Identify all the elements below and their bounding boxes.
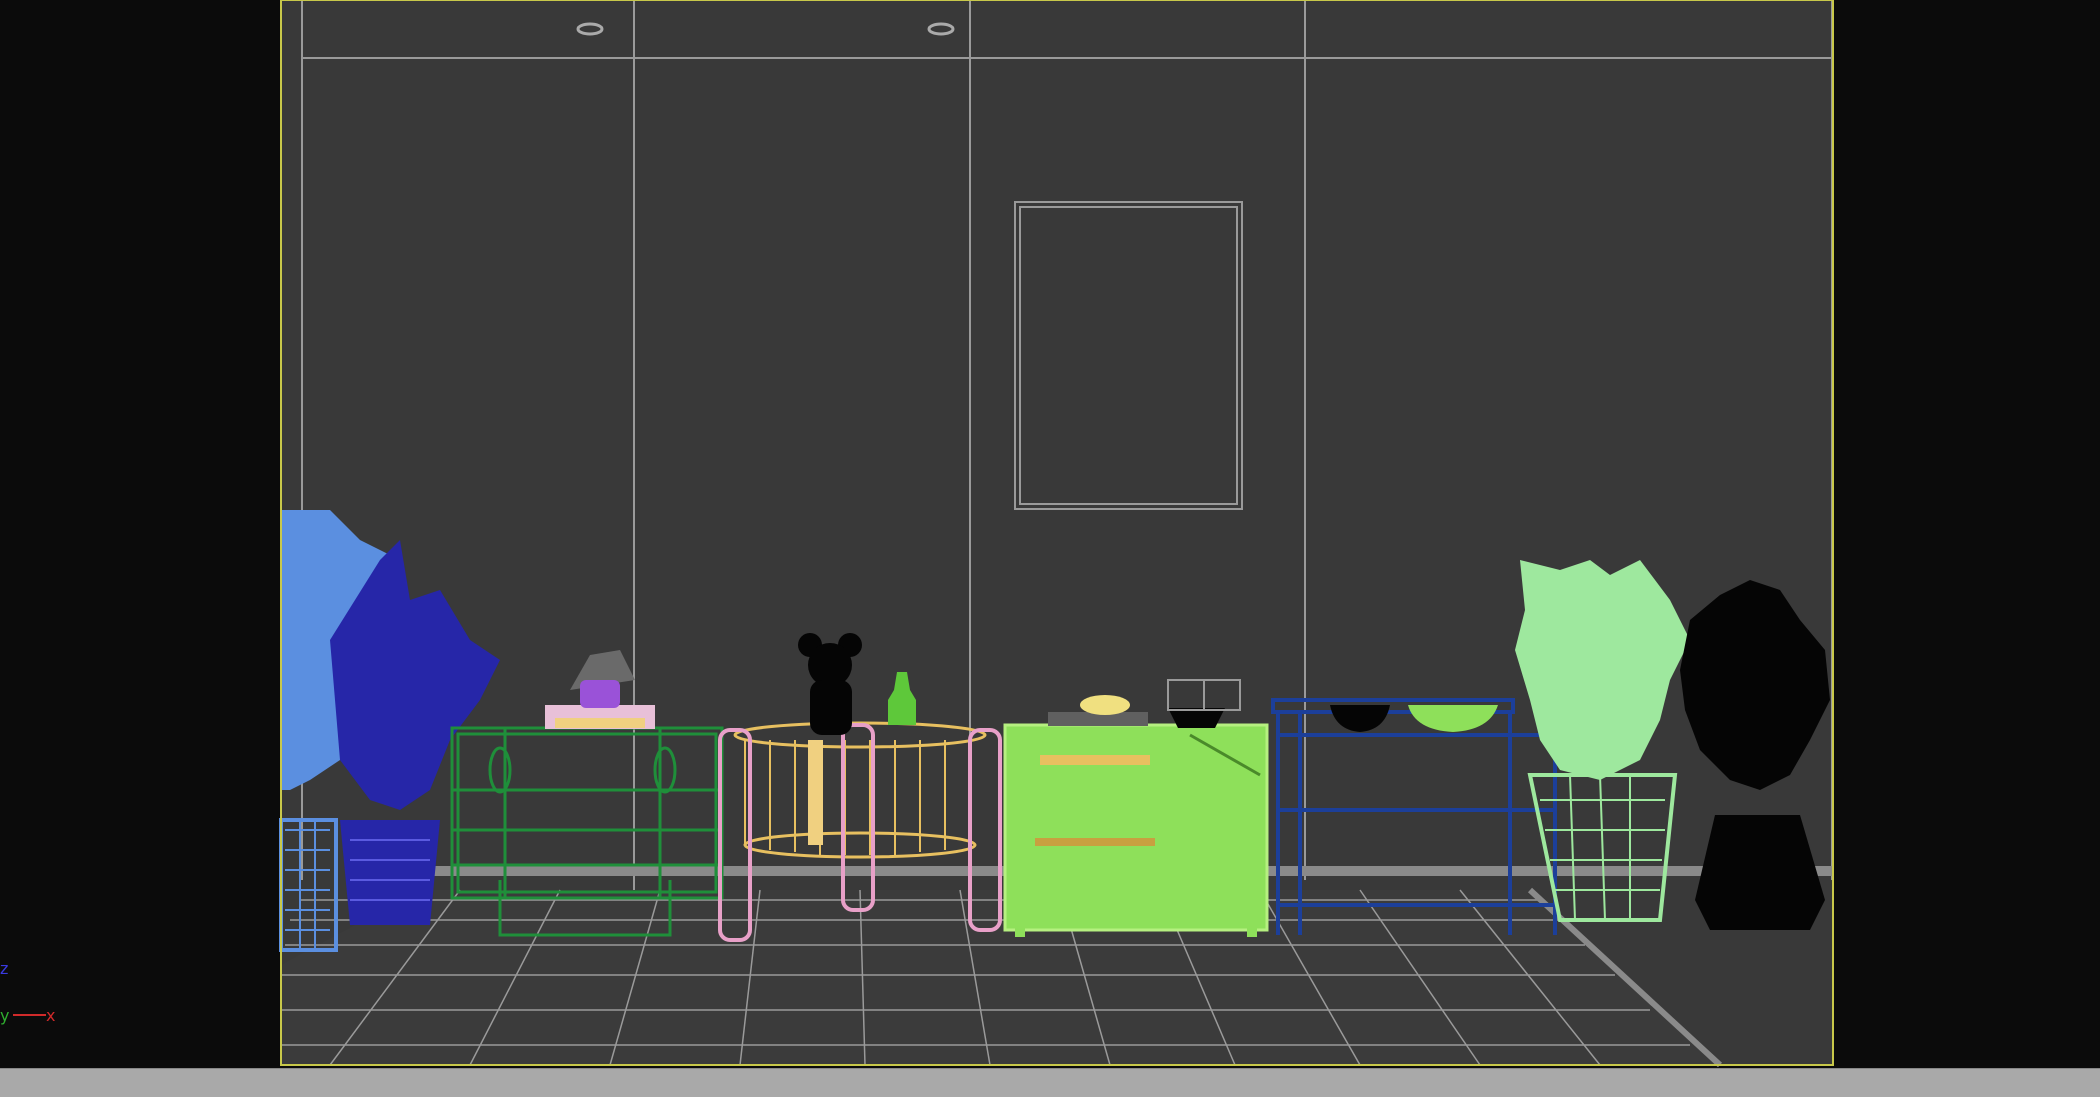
axis-z-label: z (0, 959, 8, 978)
3d-viewport[interactable]: z y x (0, 0, 2100, 1096)
lime-cabinet (1003, 723, 1269, 937)
viewport-bottom-bar (0, 1068, 2100, 1097)
axis-y-label: y (0, 1006, 9, 1025)
axis-x-label: x (46, 1006, 55, 1025)
